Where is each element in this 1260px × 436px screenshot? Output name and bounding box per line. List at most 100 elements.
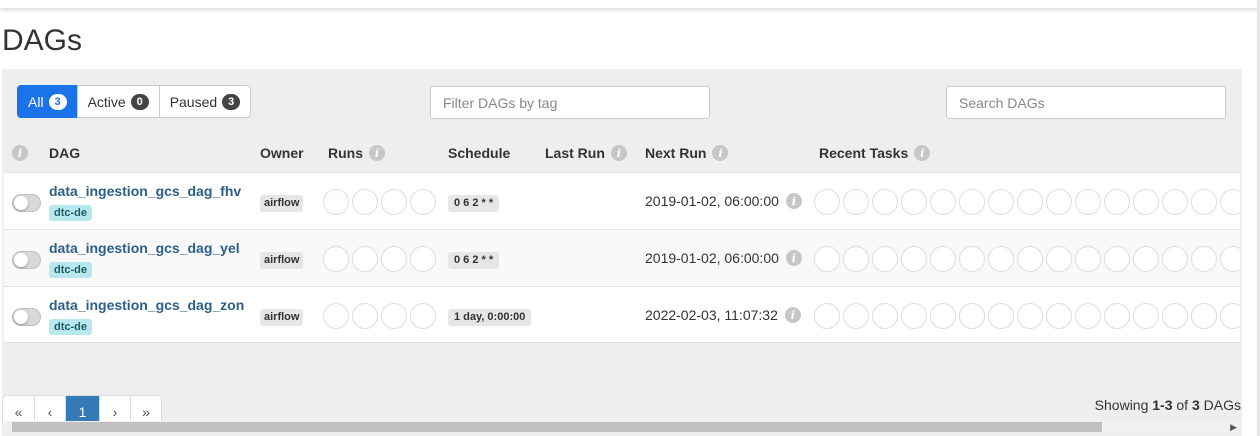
showing-middle: of bbox=[1172, 397, 1192, 413]
task-status-circle bbox=[1017, 189, 1043, 215]
task-status-circle bbox=[988, 246, 1014, 272]
filter-all-count: 3 bbox=[48, 93, 67, 110]
run-status-circle bbox=[352, 303, 378, 329]
header-dag[interactable]: DAG bbox=[49, 134, 80, 172]
task-status-circle bbox=[901, 189, 927, 215]
task-status-circle bbox=[1075, 189, 1101, 215]
horizontal-scrollbar[interactable]: ▶ bbox=[4, 421, 1240, 433]
next-run-cell: 2019-01-02, 06:00:00 i bbox=[645, 193, 802, 209]
header-owner-label: Owner bbox=[260, 145, 304, 161]
next-run-cell: 2019-01-02, 06:00:00 i bbox=[645, 250, 802, 266]
next-run-info-icon[interactable]: i bbox=[712, 145, 729, 161]
task-status-circle bbox=[901, 246, 927, 272]
tag-filter-input[interactable] bbox=[430, 86, 710, 119]
header-owner[interactable]: Owner bbox=[260, 134, 304, 172]
runs-status bbox=[323, 189, 436, 215]
filter-active-count: 0 bbox=[130, 93, 149, 110]
filter-all-label: All bbox=[28, 93, 44, 110]
header-schedule[interactable]: Schedule bbox=[448, 134, 510, 172]
task-status-circle bbox=[1162, 189, 1188, 215]
next-run-row-info-icon[interactable]: i bbox=[785, 193, 802, 209]
dag-link[interactable]: data_ingestion_gcs_dag_yel bbox=[49, 240, 240, 256]
task-status-circle bbox=[1191, 303, 1217, 329]
next-run-value: 2022-02-03, 11:07:32 bbox=[645, 307, 778, 323]
task-status-circle bbox=[1046, 303, 1072, 329]
run-status-circle bbox=[381, 189, 407, 215]
task-status-circle bbox=[930, 303, 956, 329]
search-dags-input[interactable] bbox=[946, 86, 1226, 119]
task-status-circle bbox=[1046, 189, 1072, 215]
header-info: i bbox=[12, 134, 28, 172]
next-run-row-info-icon[interactable]: i bbox=[784, 307, 801, 323]
filter-paused-button[interactable]: Paused 3 bbox=[158, 85, 252, 118]
task-status-circle bbox=[1104, 189, 1130, 215]
recent-tasks-status bbox=[814, 303, 1240, 329]
task-status-circle bbox=[872, 303, 898, 329]
run-status-circle bbox=[410, 246, 436, 272]
task-status-circle bbox=[1046, 246, 1072, 272]
run-status-circle bbox=[323, 303, 349, 329]
header-recent-tasks: Recent Tasks i bbox=[819, 134, 931, 172]
table-row: data_ingestion_gcs_dag_yel dtc-de airflo… bbox=[4, 229, 1240, 286]
status-filter: All 3 Active 0 Paused 3 bbox=[17, 85, 252, 118]
task-status-circle bbox=[1220, 246, 1240, 272]
task-status-circle bbox=[959, 303, 985, 329]
schedule-badge: 0 6 2 * * bbox=[448, 252, 500, 269]
dag-tag[interactable]: dtc-de bbox=[49, 262, 92, 278]
task-status-circle bbox=[1191, 246, 1217, 272]
owner-badge: airflow bbox=[260, 309, 304, 326]
dag-link[interactable]: data_ingestion_gcs_dag_fhv bbox=[49, 183, 241, 199]
pause-toggle[interactable] bbox=[12, 308, 41, 326]
task-status-circle bbox=[1017, 246, 1043, 272]
header-last-run: Last Run i bbox=[545, 134, 627, 172]
filter-paused-count: 3 bbox=[222, 93, 241, 110]
recent-tasks-info-icon[interactable]: i bbox=[914, 145, 931, 161]
filter-all-button[interactable]: All 3 bbox=[17, 85, 78, 118]
task-status-circle bbox=[872, 246, 898, 272]
run-status-circle bbox=[410, 189, 436, 215]
runs-info-icon[interactable]: i bbox=[369, 145, 385, 161]
filter-active-label: Active bbox=[87, 93, 126, 110]
scroll-right-arrow-icon[interactable]: ▶ bbox=[1230, 421, 1237, 433]
dag-link[interactable]: data_ingestion_gcs_dag_zon bbox=[49, 297, 244, 313]
task-status-circle bbox=[1017, 303, 1043, 329]
header-next-run-label: Next Run bbox=[645, 145, 707, 161]
task-status-circle bbox=[930, 189, 956, 215]
showing-count: Showing 1-3 of 3 DAGs bbox=[1095, 397, 1241, 413]
header-recent-tasks-label: Recent Tasks bbox=[819, 145, 909, 161]
scrollbar-thumb[interactable] bbox=[12, 422, 1102, 432]
dag-tag[interactable]: dtc-de bbox=[49, 319, 92, 335]
task-status-circle bbox=[988, 303, 1014, 329]
task-status-circle bbox=[1133, 189, 1159, 215]
run-status-circle bbox=[323, 246, 349, 272]
task-status-circle bbox=[814, 246, 840, 272]
task-status-circle bbox=[843, 246, 869, 272]
header-next-run[interactable]: Next Run i bbox=[645, 134, 729, 172]
next-run-row-info-icon[interactable]: i bbox=[785, 250, 802, 266]
last-run-info-icon[interactable]: i bbox=[610, 145, 627, 161]
owner-badge: airflow bbox=[260, 252, 304, 269]
task-status-circle bbox=[1220, 303, 1240, 329]
task-status-circle bbox=[1075, 246, 1101, 272]
dag-tag[interactable]: dtc-de bbox=[49, 205, 92, 221]
info-icon[interactable]: i bbox=[12, 145, 28, 161]
showing-suffix: DAGs bbox=[1199, 397, 1241, 413]
task-status-circle bbox=[1104, 246, 1130, 272]
recent-tasks-status bbox=[814, 246, 1240, 272]
showing-total: 3 bbox=[1191, 397, 1200, 413]
task-status-circle bbox=[930, 246, 956, 272]
run-status-circle bbox=[352, 189, 378, 215]
task-status-circle bbox=[872, 189, 898, 215]
pause-toggle[interactable] bbox=[12, 251, 41, 269]
next-run-cell: 2022-02-03, 11:07:32 i bbox=[645, 307, 801, 323]
top-navbar bbox=[0, 0, 1260, 8]
header-schedule-label: Schedule bbox=[448, 145, 511, 161]
task-status-circle bbox=[1133, 303, 1159, 329]
pause-toggle[interactable] bbox=[12, 194, 41, 212]
task-status-circle bbox=[1220, 189, 1240, 215]
recent-tasks-status bbox=[814, 189, 1240, 215]
showing-range: 1-3 bbox=[1152, 397, 1173, 413]
filter-active-button[interactable]: Active 0 bbox=[76, 85, 160, 118]
showing-prefix: Showing bbox=[1094, 397, 1153, 413]
task-status-circle bbox=[901, 303, 927, 329]
